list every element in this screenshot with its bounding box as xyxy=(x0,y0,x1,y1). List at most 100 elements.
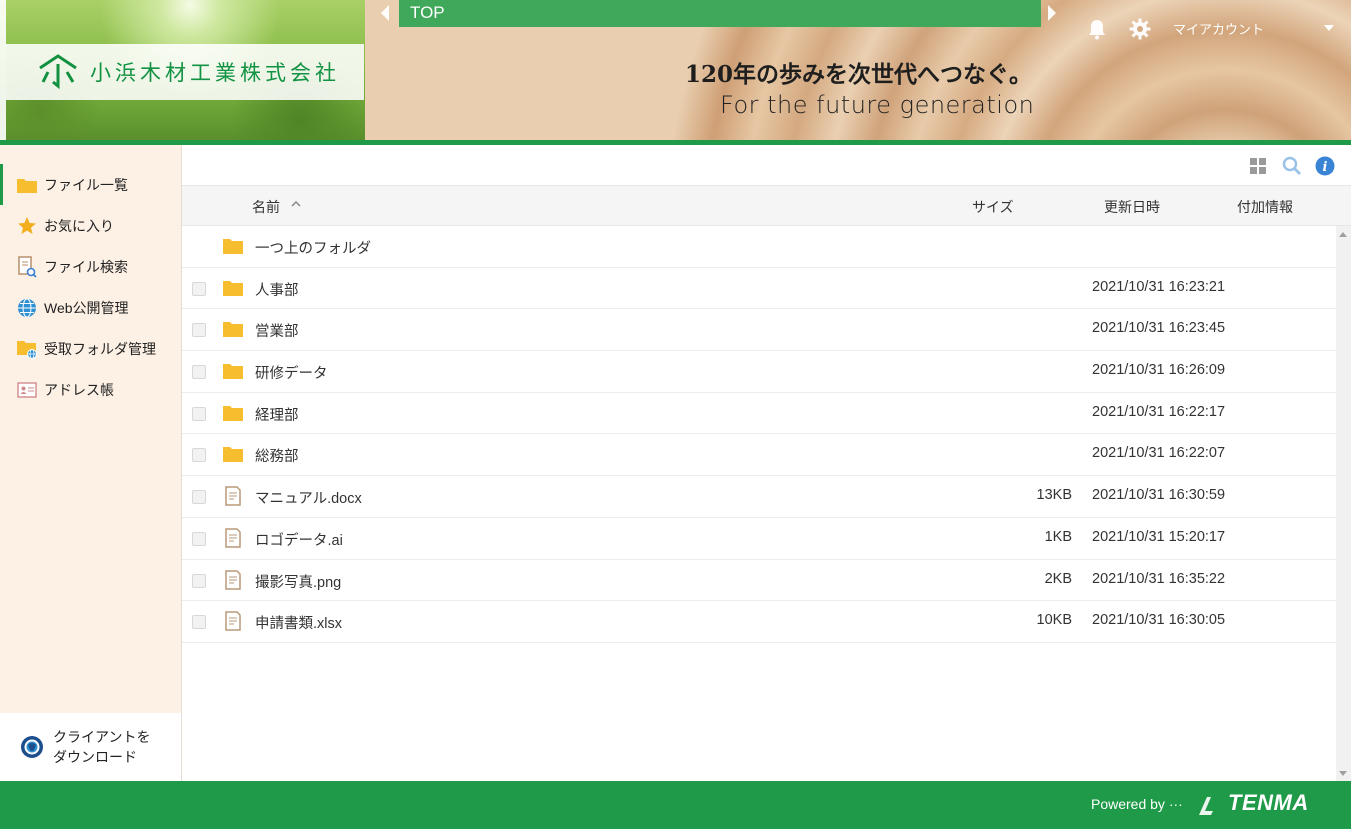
file-list: 一つ上のフォルダ 人事部 2021/10/31 16:23:21 営業部 2021/1… xyxy=(182,226,1336,643)
receive-folder-icon xyxy=(16,339,38,359)
parent-folder-row[interactable]: 一つ上のフォルダ xyxy=(182,226,1336,268)
address-book-icon xyxy=(16,380,38,400)
sidebar-item-address-book[interactable]: アドレス帳 xyxy=(0,369,181,410)
row-checkbox[interactable] xyxy=(192,365,206,380)
row-name[interactable]: 経理部 xyxy=(255,404,299,425)
row-checkbox[interactable] xyxy=(192,281,206,296)
table-row[interactable]: 申請書類.xlsx 10KB 2021/10/31 16:30:05 xyxy=(182,601,1336,643)
row-modified: 2021/10/31 16:26:09 xyxy=(1092,362,1226,379)
row-checkbox[interactable] xyxy=(192,531,206,546)
tenma-brand: TENMA xyxy=(1228,790,1309,815)
globe-icon xyxy=(16,298,38,318)
column-name-header[interactable]: 名前 xyxy=(252,197,280,217)
row-checkbox[interactable] xyxy=(192,448,206,463)
folder-icon xyxy=(223,364,243,380)
file-search-icon xyxy=(16,255,38,278)
table-row[interactable]: ロゴデータ.ai 1KB 2021/10/31 15:20:17 xyxy=(182,518,1336,560)
row-modified: 2021/10/31 16:23:45 xyxy=(1092,320,1226,337)
client-app-icon xyxy=(21,736,43,758)
tab-scroll-right-icon[interactable] xyxy=(1048,5,1056,21)
row-modified: 2021/10/31 16:22:07 xyxy=(1092,445,1226,462)
column-size-header[interactable]: サイズ xyxy=(972,197,1014,217)
row-checkbox[interactable] xyxy=(192,615,206,630)
row-modified: 2021/10/31 16:22:17 xyxy=(1092,403,1226,420)
sidebar-item-file-list[interactable]: ファイル一覧 xyxy=(0,164,181,205)
tab-scroll-left-icon[interactable] xyxy=(381,5,389,21)
star-icon xyxy=(16,216,38,236)
sidebar-item-label: お気に入り xyxy=(44,217,114,234)
sidebar-item-file-search[interactable]: ファイル検索 xyxy=(0,246,181,287)
sidebar: ファイル一覧 お気に入り ファイル検索 Web公開管理 受取フォルダ管理 アドレ… xyxy=(0,145,182,781)
row-name[interactable]: 申請書類.xlsx xyxy=(255,612,342,633)
tenma-logo-icon xyxy=(1199,797,1213,815)
column-extra-header[interactable]: 付加情報 xyxy=(1237,197,1293,217)
scroll-down-icon[interactable] xyxy=(1339,771,1347,776)
search-icon[interactable] xyxy=(1282,156,1302,176)
row-modified: 2021/10/31 16:23:21 xyxy=(1092,278,1226,295)
scroll-up-icon[interactable] xyxy=(1339,232,1347,237)
sidebar-item-receive-folder[interactable]: 受取フォルダ管理 xyxy=(0,328,181,369)
folder-icon xyxy=(223,405,243,421)
sort-ascending-icon[interactable] xyxy=(291,199,301,209)
company-name: 小浜木材工業株式会社 xyxy=(90,61,340,85)
client-download-button[interactable]: クライアントを ダウンロード xyxy=(0,713,181,781)
row-name[interactable]: 研修データ xyxy=(255,362,328,383)
row-size: 1KB xyxy=(1044,528,1072,545)
row-modified: 2021/10/31 16:35:22 xyxy=(1092,570,1226,587)
row-name[interactable]: 撮影写真.png xyxy=(255,571,341,592)
sidebar-item-label: アドレス帳 xyxy=(44,381,114,398)
sidebar-item-favorites[interactable]: お気に入り xyxy=(0,205,181,246)
row-name[interactable]: ロゴデータ.ai xyxy=(255,529,343,550)
sidebar-item-label: ファイル一覧 xyxy=(44,176,128,193)
folder-icon xyxy=(223,447,243,463)
column-modified-header[interactable]: 更新日時 xyxy=(1104,197,1160,217)
footer: Powered by ··· TENMA xyxy=(0,781,1351,829)
row-name[interactable]: マニュアル.docx xyxy=(255,487,362,508)
row-checkbox[interactable] xyxy=(192,573,206,588)
sidebar-item-label: ファイル検索 xyxy=(44,258,128,275)
row-modified: 2021/10/31 16:30:59 xyxy=(1092,487,1226,504)
row-size: 2KB xyxy=(1044,570,1072,587)
grid-view-icon[interactable] xyxy=(1248,156,1268,176)
sidebar-menu: ファイル一覧 お気に入り ファイル検索 Web公開管理 受取フォルダ管理 アドレ… xyxy=(0,164,181,410)
table-row[interactable]: マニュアル.docx 13KB 2021/10/31 16:30:59 xyxy=(182,476,1336,518)
row-size: 10KB xyxy=(1036,612,1072,629)
my-account-menu[interactable]: マイアカウント xyxy=(1173,19,1264,38)
row-modified: 2021/10/31 16:30:05 xyxy=(1092,612,1226,629)
company-logo-icon xyxy=(39,54,77,90)
file-icon xyxy=(225,528,241,548)
sidebar-item-label: Web公開管理 xyxy=(44,299,129,316)
table-row[interactable]: 総務部 2021/10/31 16:22:07 xyxy=(182,434,1336,477)
folder-icon xyxy=(223,239,243,254)
slogan-english: For the future generation xyxy=(720,91,1035,119)
chevron-down-icon[interactable] xyxy=(1324,25,1334,31)
client-download-line1: クライアントを xyxy=(53,729,151,745)
sidebar-item-web-publish[interactable]: Web公開管理 xyxy=(0,287,181,328)
table-row[interactable]: 撮影写真.png 2KB 2021/10/31 16:35:22 xyxy=(182,560,1336,602)
bell-icon[interactable] xyxy=(1087,18,1107,40)
table-row[interactable]: 研修データ 2021/10/31 16:26:09 xyxy=(182,351,1336,393)
info-icon[interactable]: i xyxy=(1315,156,1335,176)
tab-top[interactable]: TOP xyxy=(399,0,1041,27)
table-row[interactable]: 人事部 2021/10/31 16:23:21 xyxy=(182,268,1336,310)
scrollbar[interactable] xyxy=(1336,226,1351,781)
row-name[interactable]: 総務部 xyxy=(255,445,299,466)
gear-icon[interactable] xyxy=(1129,18,1151,40)
header-banner: 小浜木材工業株式会社 TOP マイアカウント 120年の歩みを次世代へつなぐ。 … xyxy=(0,0,1351,140)
company-logo[interactable]: 小浜木材工業株式会社 xyxy=(6,44,364,100)
client-download-label: クライアントを ダウンロード xyxy=(53,727,150,767)
row-name[interactable]: 営業部 xyxy=(255,320,299,341)
table-header: 名前 サイズ 更新日時 付加情報 xyxy=(182,186,1351,226)
client-download-line2: ダウンロード xyxy=(53,749,137,765)
row-name[interactable]: 人事部 xyxy=(255,279,299,300)
file-icon xyxy=(225,611,241,631)
row-checkbox[interactable] xyxy=(192,490,206,505)
powered-by-text: Powered by ··· xyxy=(1091,796,1183,812)
slogan-japanese: 120年の歩みを次世代へつなぐ。 xyxy=(685,61,1033,88)
row-checkbox[interactable] xyxy=(192,323,206,338)
table-row[interactable]: 営業部 2021/10/31 16:23:45 xyxy=(182,309,1336,352)
table-row[interactable]: 経理部 2021/10/31 16:22:17 xyxy=(182,393,1336,435)
svg-text:i: i xyxy=(1323,160,1328,175)
row-size: 13KB xyxy=(1036,487,1072,504)
row-checkbox[interactable] xyxy=(192,406,206,421)
